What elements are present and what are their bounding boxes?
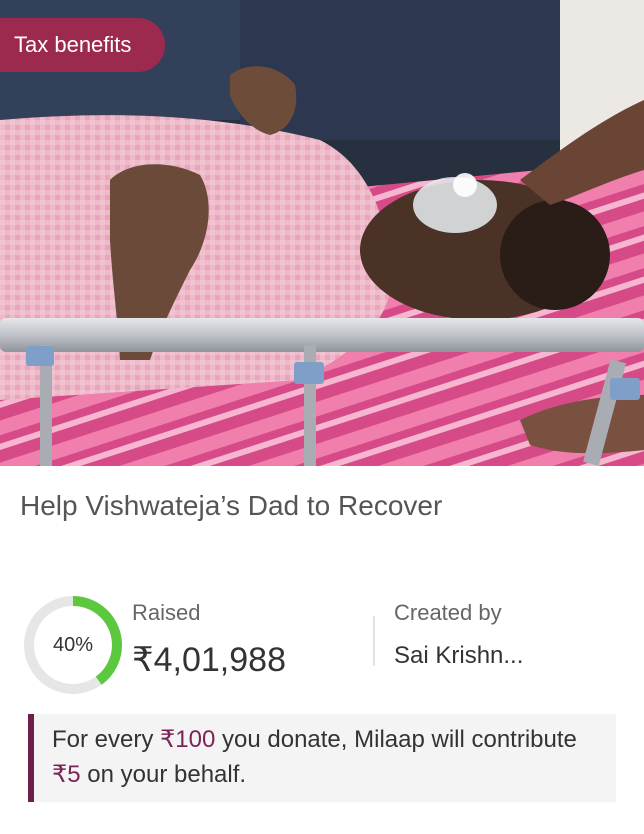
progress-percent: 40% [52, 634, 94, 656]
note-amount-donate: ₹100 [160, 726, 216, 753]
note-amount-contribute: ₹5 [52, 761, 81, 788]
contribution-note: For every ₹100 you donate, Milaap will c… [28, 714, 616, 802]
raised-amount: ₹4,01,988 [132, 641, 286, 679]
raised-label: Raised [132, 600, 201, 625]
creator-name[interactable]: Sai Krishn... [394, 642, 523, 670]
created-by-label: Created by [394, 600, 502, 625]
stats-divider [373, 616, 375, 666]
note-middle: you donate, Milaap will contribute [215, 726, 577, 753]
note-prefix: For every [52, 726, 161, 753]
tax-benefits-badge: Tax benefits [0, 18, 166, 72]
campaign-card[interactable]: Tax benefits Help Vishwateja’s Dad to Re… [0, 0, 644, 834]
progress-ring: 40% [22, 594, 124, 696]
campaign-title[interactable]: Help Vishwateja’s Dad to Recover [20, 486, 630, 526]
note-suffix: on your behalf. [80, 761, 247, 788]
